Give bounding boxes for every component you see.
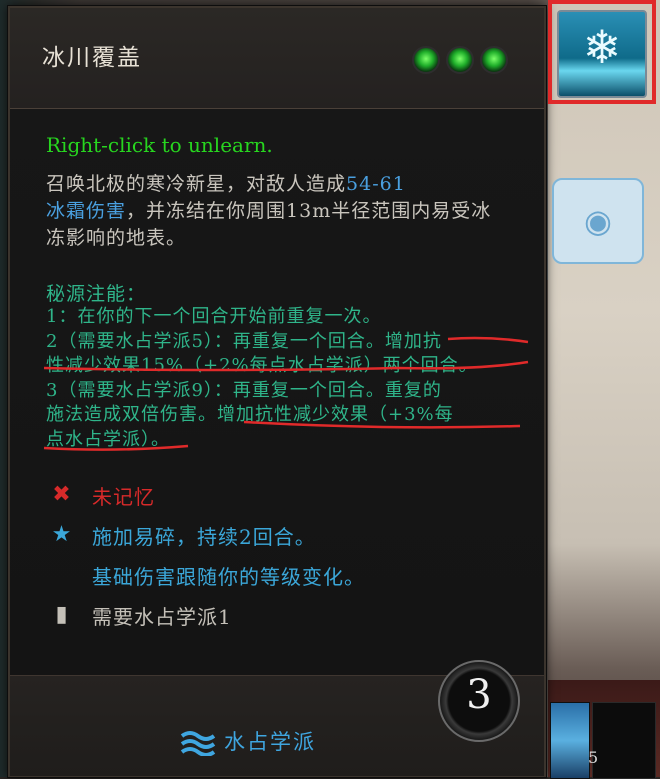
status-text: 未记忆 [92,485,155,509]
right-background [548,0,660,777]
skill-icon-button[interactable]: ❄ [557,10,647,98]
star-icon: ★ [51,522,73,547]
hotbar-skill-icon[interactable] [550,702,590,779]
bookmark-icon: ▮ [55,602,69,627]
status-text: 需要水占学派1 [92,605,232,629]
status-not-memorized: ✖ 未记忆 [46,477,506,517]
status-requirement: ▮ 需要水占学派1 [46,597,506,637]
brain-icon: ◉ [584,202,612,240]
status-scaling: 基础伤害跟随你的等级变化。 [46,557,506,597]
hotbar-slot[interactable] [592,702,656,779]
water-waves-icon [180,731,216,756]
snowflake-icon: ❄ [582,20,622,74]
cooldown-indicator: 3 [438,660,520,742]
status-applies: ★ 施加易碎，持续2回合。 [46,517,506,557]
cross-icon: ✖ [52,482,72,507]
status-text: 基础伤害跟随你的等级变化。 [92,565,365,589]
memory-button[interactable]: ◉ [552,178,644,264]
status-list: ✖ 未记忆 ★ 施加易碎，持续2回合。 基础伤害跟随你的等级变化。 ▮ 需要水占… [46,477,506,637]
cooldown-value: 3 [466,672,492,718]
school-label: 水占学派 [224,730,316,754]
slot-number: 5 [588,748,599,767]
status-text: 施加易碎，持续2回合。 [92,525,316,549]
annotation-underlines [43,336,529,451]
